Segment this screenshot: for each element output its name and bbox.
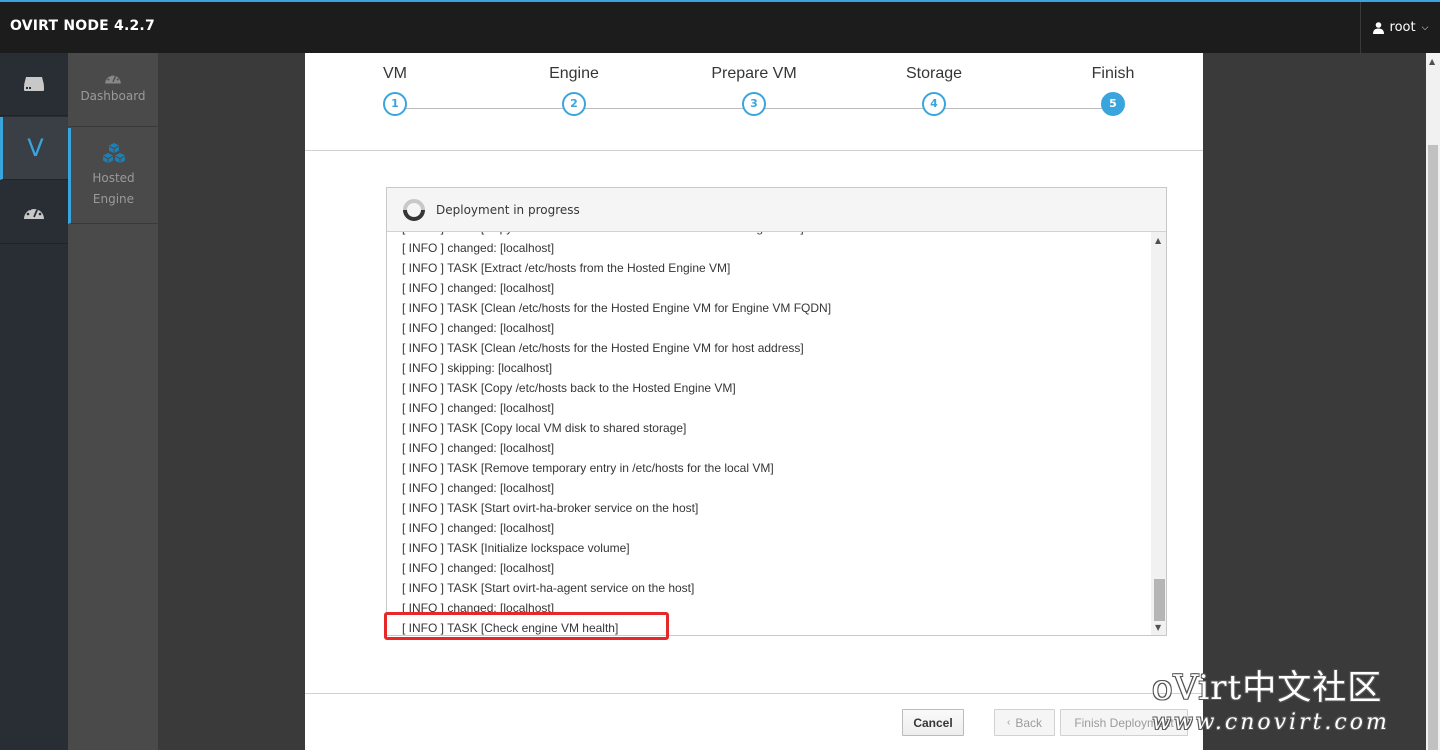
- wizard-step-engine: Engine 2: [509, 65, 639, 116]
- wizard-step-number: 4: [922, 92, 946, 116]
- snav-item-label: Dashboard: [80, 89, 146, 103]
- log-line: [ INFO ] skipping: [localhost]: [402, 361, 553, 375]
- log-line: [ INFO ] TASK [Copy local VM disk to sha…: [402, 421, 687, 435]
- wizard-step-number: 2: [562, 92, 586, 116]
- scroll-up-icon[interactable]: ▲: [1429, 57, 1435, 66]
- deployment-log[interactable]: [ INFO ] TASK [Copy /etc/hosts from the …: [387, 232, 1166, 635]
- deployment-log-panel: Deployment in progress [ INFO ] TASK [Co…: [386, 187, 1167, 636]
- scroll-up-icon[interactable]: ▲: [1155, 236, 1161, 245]
- user-menu[interactable]: root ⌵: [1360, 2, 1440, 53]
- log-line: [ INFO ] changed: [localhost]: [402, 441, 555, 455]
- wizard-step-number: 5: [1101, 92, 1125, 116]
- log-line: [ INFO ] TASK [Start ovirt-ha-agent serv…: [402, 581, 695, 595]
- virtualization-v-icon: V: [27, 134, 44, 162]
- brand-title: OVIRT NODE 4.2.7: [10, 18, 155, 34]
- deployment-status-text: Deployment in progress: [436, 202, 580, 217]
- wizard-step-label: VM: [383, 65, 407, 82]
- deployment-status-header: Deployment in progress: [387, 188, 1166, 232]
- log-line: [ INFO ] TASK [Initialize lockspace volu…: [402, 541, 630, 555]
- log-line: [ INFO ] TASK [Copy /etc/hosts back to t…: [402, 381, 736, 395]
- log-line: [ INFO ] TASK [Extract /etc/hosts from t…: [402, 261, 731, 275]
- cancel-button[interactable]: Cancel: [902, 709, 964, 736]
- log-lines: [ INFO ] TASK [Copy /etc/hosts from the …: [402, 232, 831, 635]
- back-button-label: Back: [1015, 715, 1043, 730]
- dashboard-gauge-icon: [24, 205, 44, 219]
- cubes-icon: [102, 143, 125, 163]
- secondary-nav: Dashboard Hosted Engine: [68, 53, 158, 750]
- page-scrollbar-thumb[interactable]: [1428, 145, 1438, 750]
- log-line: [ INFO ] changed: [localhost]: [402, 521, 555, 535]
- log-line: [ INFO ] changed: [localhost]: [402, 601, 555, 615]
- log-line: [ INFO ] TASK [Clean /etc/hosts for the …: [402, 341, 804, 355]
- log-line: [ INFO ] TASK [Start ovirt-ha-broker ser…: [402, 501, 699, 515]
- wizard-steps: VM 1 Engine 2 Prepare VM 3 Storage 4 Fin…: [305, 53, 1203, 151]
- log-line: [ INFO ] changed: [localhost]: [402, 561, 555, 575]
- back-button[interactable]: ‹ Back: [994, 709, 1055, 736]
- page-scrollbar[interactable]: ▲: [1426, 53, 1440, 750]
- log-line: [ INFO ] TASK [Remove temporary entry in…: [402, 461, 774, 475]
- vnav-item-dashboard[interactable]: [0, 181, 68, 244]
- log-line: [ INFO ] changed: [localhost]: [402, 241, 555, 255]
- user-name: root: [1389, 20, 1416, 35]
- wizard-step-number: 1: [383, 92, 407, 116]
- log-line: [ INFO ] changed: [localhost]: [402, 321, 555, 335]
- server-icon: [24, 77, 44, 91]
- log-line: [ INFO ] changed: [localhost]: [402, 281, 555, 295]
- snav-item-hosted-engine[interactable]: Hosted Engine: [68, 128, 158, 224]
- wizard-step-prepare-vm: Prepare VM 3: [689, 65, 819, 116]
- top-navbar: OVIRT NODE 4.2.7 root ⌵: [0, 0, 1440, 53]
- wizard-step-vm: VM 1: [330, 65, 460, 116]
- dashboard-gauge-icon: [105, 73, 121, 84]
- wizard-step-label: Engine: [549, 65, 599, 82]
- finish-deployment-button[interactable]: Finish Deployment: [1060, 709, 1188, 736]
- log-line: [ INFO ] TASK [Check engine VM health]: [402, 621, 619, 635]
- snav-item-dashboard[interactable]: Dashboard: [68, 53, 158, 127]
- chevron-down-icon: ⌵: [1421, 22, 1429, 33]
- wizard-step-storage: Storage 4: [869, 65, 999, 116]
- wizard-step-label: Storage: [905, 65, 963, 82]
- wizard-step-finish: Finish 5: [1048, 65, 1178, 116]
- chevron-left-icon: ‹: [1006, 717, 1011, 728]
- vnav-item-host[interactable]: [0, 53, 68, 116]
- modal-footer: Cancel ‹ Back Finish Deployment: [305, 693, 1203, 750]
- scroll-down-icon[interactable]: ▼: [1155, 623, 1161, 632]
- log-line: [ INFO ] changed: [localhost]: [402, 481, 555, 495]
- vertical-nav: V: [0, 53, 68, 750]
- log-scrollbar[interactable]: ▲ ▼: [1151, 232, 1166, 635]
- user-icon: [1372, 21, 1384, 34]
- vnav-item-virtualization[interactable]: V: [0, 117, 68, 180]
- deployment-wizard-modal: VM 1 Engine 2 Prepare VM 3 Storage 4 Fin…: [305, 53, 1203, 750]
- log-line: [ INFO ] TASK [Clean /etc/hosts for the …: [402, 301, 832, 315]
- log-scrollbar-thumb[interactable]: [1154, 579, 1165, 621]
- snav-item-label: Hosted Engine: [92, 171, 135, 206]
- spinner-icon: [403, 198, 425, 221]
- wizard-step-label: Prepare VM: [711, 65, 797, 82]
- log-line: [ INFO ] changed: [localhost]: [402, 401, 555, 415]
- wizard-step-label: Finish: [1091, 65, 1135, 82]
- wizard-step-number: 3: [742, 92, 766, 116]
